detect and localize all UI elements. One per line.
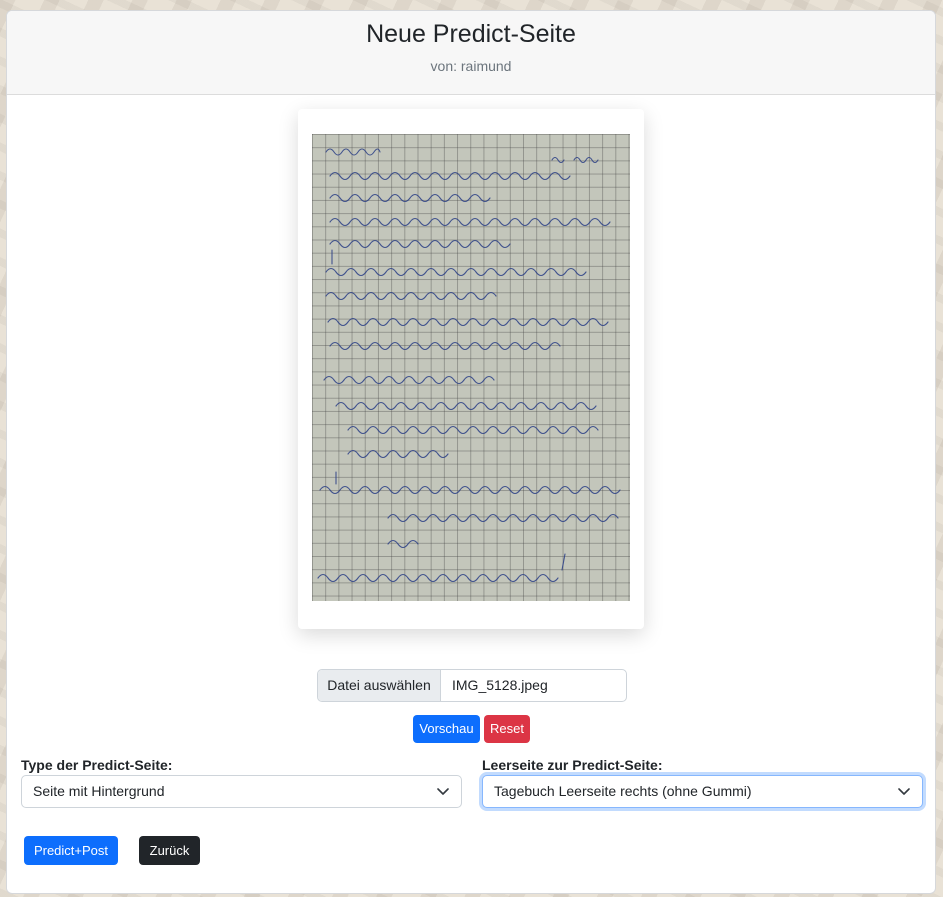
chevron-down-icon <box>898 788 910 795</box>
back-button[interactable]: Zurück <box>139 836 200 865</box>
selected-file-name: IMG_5128.jpeg <box>452 677 548 693</box>
choose-file-button[interactable]: Datei auswählen <box>318 670 441 701</box>
type-select-value: Seite mit Hintergrund <box>33 783 165 799</box>
main-card: Neue Predict-Seite von: raimund Datei au… <box>6 10 936 894</box>
page-title: Neue Predict-Seite <box>366 20 576 48</box>
preview-button[interactable]: Vorschau <box>413 715 480 743</box>
predict-post-button[interactable]: Predict+Post <box>24 836 118 865</box>
author-subtitle: von: raimund <box>430 58 512 74</box>
handwritten-page-image <box>312 134 630 601</box>
type-select-label: Type der Predict-Seite: <box>21 757 173 773</box>
handwriting-image <box>317 148 621 583</box>
chevron-down-icon <box>437 788 449 795</box>
blank-page-select-label: Leerseite zur Predict-Seite: <box>482 757 663 773</box>
blank-page-select[interactable]: Tagebuch Leerseite rechts (ohne Gummi) <box>482 775 923 808</box>
type-select[interactable]: Seite mit Hintergrund <box>21 775 462 808</box>
reset-button[interactable]: Reset <box>484 715 530 743</box>
image-preview-frame <box>298 109 644 629</box>
file-input-group[interactable]: Datei auswählen IMG_5128.jpeg <box>317 669 627 702</box>
card-header: Neue Predict-Seite von: raimund <box>7 11 935 95</box>
blank-page-select-value: Tagebuch Leerseite rechts (ohne Gummi) <box>494 783 752 799</box>
